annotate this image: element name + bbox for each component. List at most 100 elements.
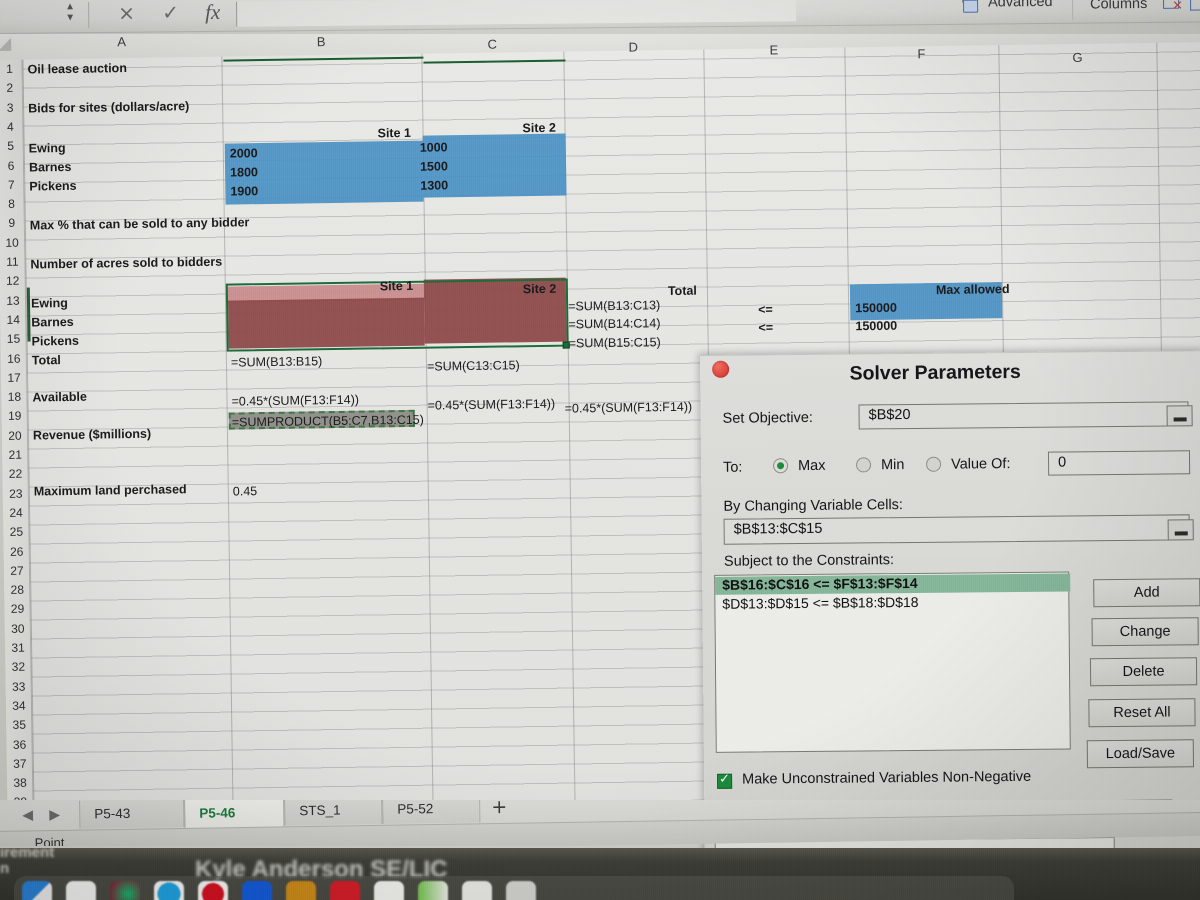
- cell-A14[interactable]: Barnes: [31, 315, 74, 330]
- dock-icon-11[interactable]: [462, 881, 492, 900]
- column-header-D[interactable]: D: [563, 39, 703, 56]
- dock-icon-12[interactable]: [506, 881, 536, 900]
- formula-bar-expand-toggle[interactable]: ▲ ▼: [58, 1, 82, 27]
- row-header-25[interactable]: 25: [3, 525, 29, 539]
- cell-D18[interactable]: =0.45*(SUM(F13:F14)): [565, 400, 693, 416]
- cell-C6[interactable]: 1500: [420, 159, 448, 173]
- row-header-27[interactable]: 27: [4, 563, 30, 577]
- value-of-input[interactable]: 0: [1047, 450, 1191, 476]
- nonnegative-checkbox[interactable]: [717, 773, 733, 789]
- row-header-12[interactable]: 12: [0, 274, 26, 288]
- dock-icon-1[interactable]: [22, 881, 52, 900]
- cell-A3[interactable]: Bids for sites (dollars/acre): [28, 99, 189, 115]
- cell-F12[interactable]: Max allowed: [936, 282, 1010, 297]
- row-header-3[interactable]: 3: [0, 100, 23, 114]
- cell-A1[interactable]: Oil lease auction: [27, 61, 127, 76]
- cell-C16[interactable]: =SUM(C13:C15): [427, 358, 520, 373]
- row-header-34[interactable]: 34: [6, 698, 32, 713]
- column-header-C[interactable]: C: [421, 36, 563, 53]
- row-header-16[interactable]: 16: [1, 351, 27, 365]
- row-header-26[interactable]: 26: [4, 544, 30, 558]
- row-header-10[interactable]: 10: [0, 235, 25, 249]
- dock-icon-5[interactable]: [198, 881, 228, 900]
- cell-B20[interactable]: =SUMPRODUCT(B5:C7,B13:C15): [232, 413, 424, 430]
- dock-icon-3[interactable]: [110, 881, 140, 900]
- cell-F14[interactable]: 150000: [855, 319, 897, 334]
- row-header-30[interactable]: 30: [5, 621, 31, 635]
- cell-B6[interactable]: 1800: [230, 165, 258, 179]
- cell-C4[interactable]: Site 2: [522, 121, 556, 135]
- prev-sheet-icon[interactable]: ◀: [22, 807, 33, 823]
- row-header-9[interactable]: 9: [0, 216, 25, 230]
- advanced-button-label[interactable]: Advanced: [988, 0, 1053, 11]
- cell-B5[interactable]: 2000: [230, 146, 258, 160]
- row-header-36[interactable]: 36: [6, 737, 32, 751]
- cell-E14[interactable]: <=: [758, 321, 773, 335]
- add-constraint-button[interactable]: Add: [1093, 578, 1200, 608]
- confirm-icon[interactable]: ✓: [162, 0, 179, 24]
- row-header-6[interactable]: 6: [0, 158, 24, 172]
- nonnegative-label[interactable]: Make Unconstrained Variables Non-Negativ…: [742, 769, 1031, 788]
- row-header-18[interactable]: 18: [1, 390, 27, 404]
- sheet-tab-sts-1[interactable]: STS_1: [284, 800, 383, 826]
- cell-A13[interactable]: Ewing: [31, 296, 68, 311]
- text-to-columns-label-line2[interactable]: Columns: [1090, 0, 1147, 13]
- row-header-23[interactable]: 23: [3, 486, 29, 500]
- add-sheet-button[interactable]: +: [482, 800, 516, 822]
- row-header-7[interactable]: 7: [0, 177, 24, 192]
- cell-E13[interactable]: <=: [758, 303, 773, 317]
- cell-C18[interactable]: =0.45*(SUM(F13:F14)): [427, 397, 555, 413]
- cell-D12[interactable]: Total: [668, 284, 697, 298]
- row-header-4[interactable]: 4: [0, 119, 24, 134]
- dock-icon-10[interactable]: [418, 881, 448, 900]
- radio-min[interactable]: [855, 457, 872, 473]
- advanced-filter-icon[interactable]: [961, 0, 981, 13]
- cell-D15[interactable]: =SUM(B15:C15): [569, 335, 661, 350]
- row-header-37[interactable]: 37: [7, 756, 33, 770]
- row-header-1[interactable]: 1: [0, 62, 23, 76]
- cell-A23[interactable]: Maximum land perchased: [34, 482, 187, 498]
- column-header-E[interactable]: E: [703, 41, 844, 58]
- cell-C12[interactable]: Site 2: [523, 282, 557, 296]
- set-objective-range-picker[interactable]: [1166, 405, 1193, 427]
- dock-icon-9[interactable]: [374, 881, 404, 900]
- row-header-5[interactable]: 5: [0, 139, 24, 153]
- reset-all-button[interactable]: Reset All: [1088, 698, 1196, 728]
- constraint-item-1[interactable]: $D$13:$D$15 <= $B$18:$D$18: [715, 592, 1070, 613]
- row-header-22[interactable]: 22: [2, 467, 28, 481]
- row-header-35[interactable]: 35: [6, 718, 32, 732]
- data-validation-icon[interactable]: [1189, 0, 1200, 11]
- delete-constraint-button[interactable]: Delete: [1089, 657, 1198, 687]
- cell-B7[interactable]: 1900: [230, 184, 258, 198]
- dock-icon-6[interactable]: [242, 881, 272, 900]
- remove-duplicates-icon[interactable]: ✕: [1162, 0, 1185, 14]
- row-header-8[interactable]: 8: [0, 197, 25, 211]
- row-header-20[interactable]: 20: [2, 428, 28, 442]
- row-header-38[interactable]: 38: [7, 776, 33, 790]
- cell-C7[interactable]: 1300: [420, 178, 448, 192]
- cell-A20[interactable]: Revenue ($millions): [33, 427, 151, 443]
- dock-icon-7[interactable]: [286, 881, 316, 900]
- radio-max-label[interactable]: Max: [798, 458, 826, 474]
- constraints-list[interactable]: $B$16:$C$16 <= $F$13:$F$14 $D$13:$D$15 <…: [714, 571, 1071, 753]
- change-constraint-button[interactable]: Change: [1091, 617, 1199, 647]
- row-header-2[interactable]: 2: [0, 81, 23, 95]
- radio-value-of-label[interactable]: Value Of:: [951, 456, 1011, 473]
- cell-B4[interactable]: Site 1: [377, 126, 411, 140]
- cell-D14[interactable]: =SUM(B14:C14): [568, 316, 660, 331]
- cell-A7[interactable]: Pickens: [29, 179, 76, 194]
- cell-B12[interactable]: Site 1: [380, 279, 414, 293]
- sheet-tab-p5-46[interactable]: P5-46: [184, 800, 285, 829]
- cell-F13[interactable]: 150000: [855, 301, 897, 316]
- sheet-tab-p5-52[interactable]: P5-52: [382, 800, 481, 824]
- row-header-14[interactable]: 14: [0, 312, 26, 327]
- changing-cells-range-picker[interactable]: [1167, 519, 1194, 541]
- row-header-29[interactable]: 29: [4, 602, 30, 616]
- column-header-F[interactable]: F: [844, 45, 998, 62]
- select-all-corner[interactable]: [0, 37, 12, 51]
- dock-icon-4[interactable]: [154, 881, 184, 900]
- cell-C5[interactable]: 1000: [420, 140, 448, 154]
- insert-function-icon[interactable]: fx: [205, 0, 220, 25]
- cell-B16[interactable]: =SUM(B13:B15): [231, 354, 323, 369]
- sheet-tab-p5-43[interactable]: P5-43: [79, 800, 185, 829]
